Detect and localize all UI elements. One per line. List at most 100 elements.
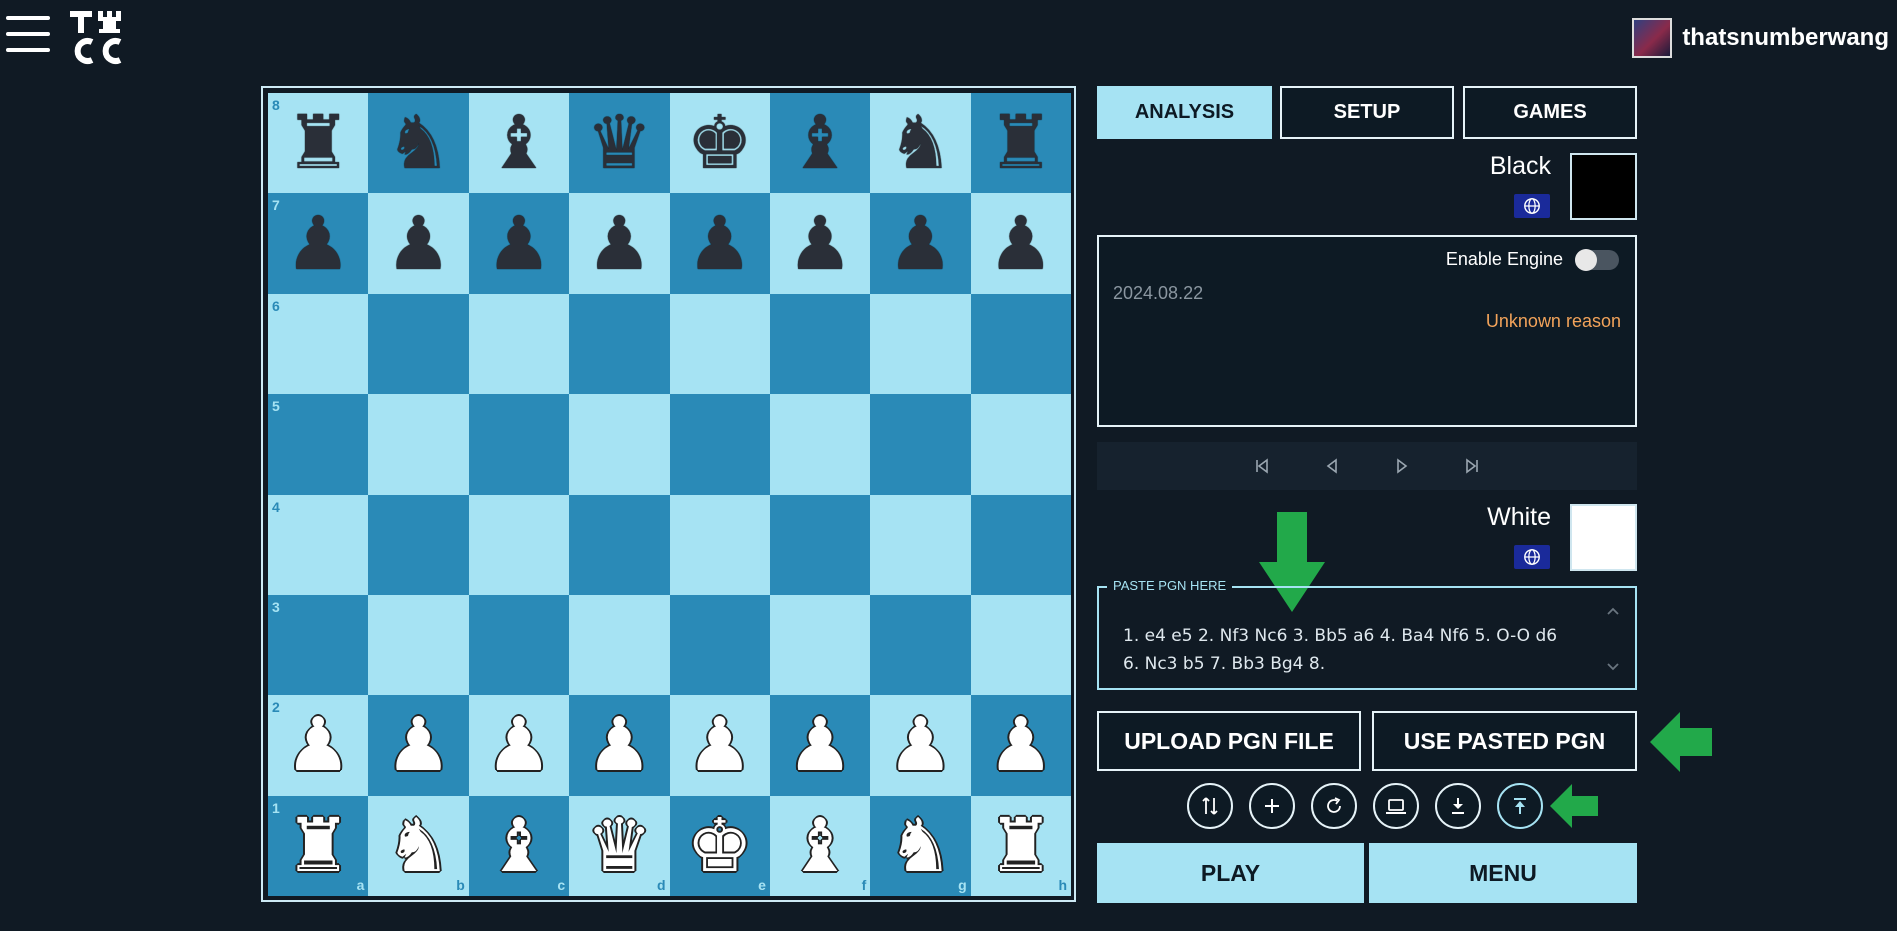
square-a8[interactable]: 8 ♜: [268, 93, 369, 194]
laptop-icon[interactable]: [1373, 783, 1419, 829]
square-f3[interactable]: [769, 594, 871, 696]
white-bishop-icon[interactable]: ♝: [787, 809, 853, 883]
square-f6[interactable]: [769, 293, 871, 395]
square-g3[interactable]: [870, 594, 971, 696]
square-a6[interactable]: 6: [268, 293, 369, 395]
square-h8[interactable]: ♜: [970, 93, 1071, 194]
black-pawn-icon[interactable]: ♟: [687, 207, 753, 281]
white-pawn-icon[interactable]: ♟: [988, 708, 1054, 782]
engine-toggle[interactable]: [1575, 248, 1619, 271]
black-queen-icon[interactable]: ♛: [586, 106, 652, 180]
square-e4[interactable]: [669, 494, 770, 595]
square-c8[interactable]: ♝: [468, 93, 570, 194]
white-king-icon[interactable]: ♚: [687, 809, 753, 883]
square-h1[interactable]: h ♜: [970, 795, 1071, 896]
square-d4[interactable]: [569, 494, 670, 595]
user-profile[interactable]: thatsnumberwang: [1632, 18, 1889, 58]
square-g2[interactable]: ♟: [870, 695, 971, 796]
square-d1[interactable]: d ♛: [569, 795, 670, 896]
square-b3[interactable]: [368, 594, 469, 696]
square-h7[interactable]: ♟: [970, 193, 1071, 294]
last-move-icon[interactable]: [1461, 455, 1483, 477]
black-pawn-icon[interactable]: ♟: [586, 207, 652, 281]
square-a2[interactable]: 2 ♟: [268, 695, 369, 796]
chess-board[interactable]: 8 ♜ ♞ ♝ ♛ ♚ ♝ ♞ ♜ 7 ♟ ♟ ♟ ♟ ♟ ♟ ♟ ♟ 6 5 4 3 2 ♟ ♟ ♟ ♟ ♟ ♟ ♟ ♟ 1 a ♜ b ♞ c ♝ d ♛…: [268, 93, 1071, 896]
add-icon[interactable]: [1249, 783, 1295, 829]
white-rook-icon[interactable]: ♜: [988, 809, 1054, 883]
square-a7[interactable]: 7 ♟: [268, 193, 369, 294]
play-button[interactable]: PLAY: [1097, 843, 1364, 903]
square-d8[interactable]: ♛: [569, 93, 670, 194]
square-d6[interactable]: [569, 293, 670, 395]
tcc-logo-icon[interactable]: [68, 8, 126, 66]
white-knight-icon[interactable]: ♞: [887, 809, 953, 883]
white-pawn-icon[interactable]: ♟: [486, 708, 552, 782]
white-pawn-icon[interactable]: ♟: [586, 708, 652, 782]
square-e1[interactable]: e ♚: [669, 795, 770, 896]
square-e2[interactable]: ♟: [669, 695, 770, 796]
square-b4[interactable]: [368, 494, 469, 595]
square-f1[interactable]: f ♝: [769, 795, 871, 896]
square-f8[interactable]: ♝: [769, 93, 871, 194]
black-pawn-icon[interactable]: ♟: [988, 207, 1054, 281]
square-a4[interactable]: 4: [268, 494, 369, 595]
black-rook-icon[interactable]: ♜: [988, 106, 1054, 180]
black-rook-icon[interactable]: ♜: [285, 106, 351, 180]
square-g7[interactable]: ♟: [870, 193, 971, 294]
pgn-text[interactable]: 1. e4 e5 2. Nf3 Nc6 3. Bb5 a6 4. Ba4 Nf6…: [1123, 622, 1593, 678]
black-pawn-icon[interactable]: ♟: [486, 207, 552, 281]
square-b6[interactable]: [368, 293, 469, 395]
use-pasted-pgn-button[interactable]: USE PASTED PGN: [1372, 711, 1637, 771]
black-bishop-icon[interactable]: ♝: [486, 106, 552, 180]
square-g4[interactable]: [870, 494, 971, 595]
next-move-icon[interactable]: [1391, 455, 1413, 477]
square-c7[interactable]: ♟: [468, 193, 570, 294]
square-f5[interactable]: [769, 394, 871, 495]
black-bishop-icon[interactable]: ♝: [787, 106, 853, 180]
tab-setup[interactable]: SETUP: [1280, 86, 1454, 139]
pgn-textarea[interactable]: PASTE PGN HERE 1. e4 e5 2. Nf3 Nc6 3. Bb…: [1097, 578, 1637, 690]
square-a1[interactable]: 1 a ♜: [268, 795, 369, 896]
square-e6[interactable]: [669, 293, 770, 395]
black-knight-icon[interactable]: ♞: [385, 106, 451, 180]
square-c5[interactable]: [468, 394, 570, 495]
square-c3[interactable]: [468, 594, 570, 696]
square-h6[interactable]: [970, 293, 1071, 395]
first-move-icon[interactable]: [1251, 455, 1273, 477]
black-pawn-icon[interactable]: ♟: [787, 207, 853, 281]
white-pawn-icon[interactable]: ♟: [687, 708, 753, 782]
square-c1[interactable]: c ♝: [468, 795, 570, 896]
white-knight-icon[interactable]: ♞: [385, 809, 451, 883]
black-knight-icon[interactable]: ♞: [887, 106, 953, 180]
white-pawn-icon[interactable]: ♟: [787, 708, 853, 782]
hamburger-menu-icon[interactable]: [6, 16, 50, 56]
white-queen-icon[interactable]: ♛: [586, 809, 652, 883]
square-h5[interactable]: [970, 394, 1071, 495]
square-a3[interactable]: 3: [268, 594, 369, 696]
reset-icon[interactable]: [1311, 783, 1357, 829]
square-d5[interactable]: [569, 394, 670, 495]
avatar[interactable]: [1632, 18, 1673, 58]
square-h2[interactable]: ♟: [970, 695, 1071, 796]
square-h3[interactable]: [970, 594, 1071, 696]
flip-board-icon[interactable]: [1187, 783, 1233, 829]
square-c4[interactable]: [468, 494, 570, 595]
square-b5[interactable]: [368, 394, 469, 495]
square-f4[interactable]: [769, 494, 871, 595]
tab-analysis[interactable]: ANALYSIS: [1097, 86, 1272, 139]
square-b7[interactable]: ♟: [368, 193, 469, 294]
square-f7[interactable]: ♟: [769, 193, 871, 294]
upload-pgn-button[interactable]: UPLOAD PGN FILE: [1097, 711, 1361, 771]
square-c6[interactable]: [468, 293, 570, 395]
white-bishop-icon[interactable]: ♝: [486, 809, 552, 883]
square-b2[interactable]: ♟: [368, 695, 469, 796]
white-rook-icon[interactable]: ♜: [285, 809, 351, 883]
square-g1[interactable]: g ♞: [870, 795, 971, 896]
square-e3[interactable]: [669, 594, 770, 696]
square-b8[interactable]: ♞: [368, 93, 469, 194]
username[interactable]: thatsnumberwang: [1682, 24, 1889, 52]
square-c2[interactable]: ♟: [468, 695, 570, 796]
square-e8[interactable]: ♚: [669, 93, 770, 194]
square-e7[interactable]: ♟: [669, 193, 770, 294]
square-g8[interactable]: ♞: [870, 93, 971, 194]
